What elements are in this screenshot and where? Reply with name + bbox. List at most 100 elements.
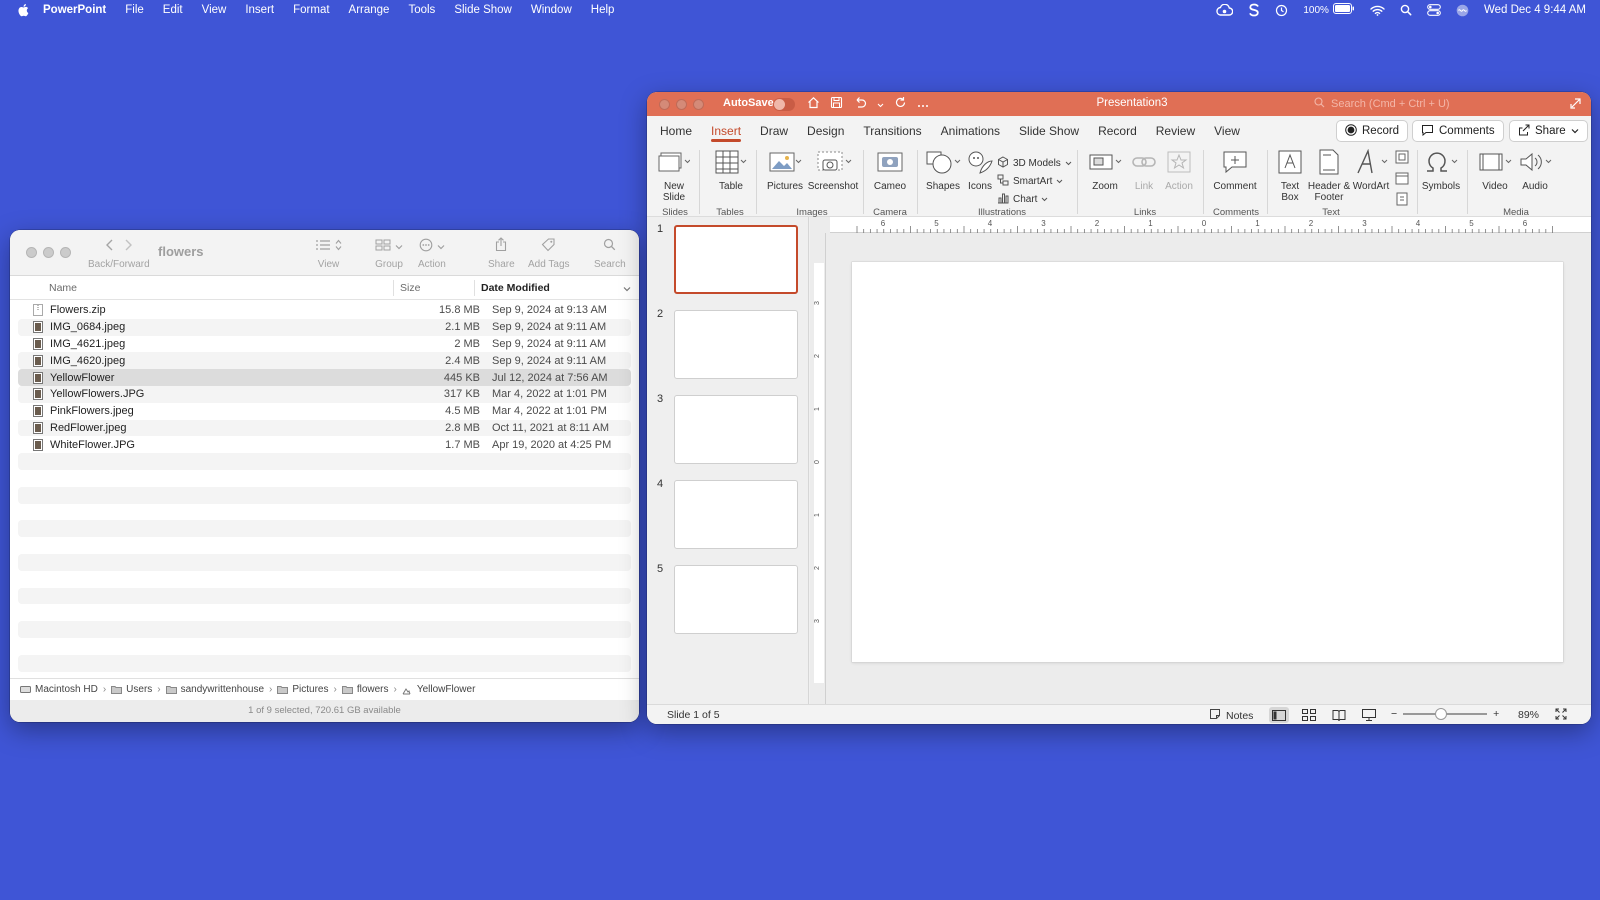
menu-app-name[interactable]: PowerPoint [43, 4, 106, 16]
wordart-button[interactable]: WordArt [1353, 148, 1389, 192]
chart-button[interactable]: Chart [997, 192, 1048, 207]
zoom-button[interactable]: Zoom [1087, 150, 1123, 192]
undo-dropdown-icon[interactable] [877, 97, 884, 111]
file-row[interactable]: IMG_4620.jpeg 2.4 MB Sep 9, 2024 at 9:11 A… [18, 352, 631, 370]
file-row[interactable]: RedFlower.jpeg 2.8 MB Oct 11, 2021 at 8:11… [18, 419, 631, 437]
menu-tools[interactable]: Tools [408, 4, 435, 16]
slide-sorter-button[interactable] [1299, 707, 1319, 723]
menu-file[interactable]: File [125, 4, 144, 16]
zoom-button[interactable] [693, 99, 704, 110]
add-tags-control[interactable]: Add Tags [528, 237, 570, 270]
file-row[interactable]: IMG_4621.jpeg 2 MB Sep 9, 2024 at 9:11 AM [18, 336, 631, 353]
zoom-percentage[interactable]: 89% [1518, 709, 1539, 721]
file-row[interactable]: YellowFlower 445 KB Jul 12, 2024 at 7:56 A… [18, 369, 631, 386]
zoom-button[interactable] [60, 247, 71, 258]
tab-home[interactable]: Home [660, 116, 692, 146]
action-button[interactable]: Action [1161, 150, 1197, 192]
path-crumb[interactable]: Pictures [277, 684, 328, 695]
smartart-button[interactable]: SmartArt [997, 174, 1063, 189]
tab-view[interactable]: View [1214, 116, 1240, 146]
slide-thumbnail[interactable] [674, 225, 798, 294]
normal-view-button[interactable] [1269, 707, 1289, 723]
zoom-slider[interactable]: − + [1391, 708, 1499, 720]
header-footer-button[interactable]: Header & Footer [1307, 149, 1351, 203]
zoom-in-icon[interactable]: + [1493, 708, 1499, 720]
slide-thumbnail[interactable] [674, 310, 798, 379]
path-crumb[interactable]: Macintosh HD [20, 684, 98, 695]
menu-help[interactable]: Help [591, 4, 615, 16]
slide-show-button[interactable] [1359, 707, 1379, 723]
file-row[interactable]: YellowFlowers.JPG 317 KB Mar 4, 2022 at 1:… [18, 385, 631, 403]
zoom-out-icon[interactable]: − [1391, 708, 1397, 720]
menu-view[interactable]: View [202, 4, 227, 16]
link-button[interactable]: Link [1129, 150, 1159, 192]
notes-button[interactable]: Notes [1209, 708, 1253, 723]
ppt-search-box[interactable]: Search (Cmd + Ctrl + U) [1314, 96, 1564, 112]
group-control[interactable]: Group [375, 238, 403, 270]
redo-icon[interactable] [894, 96, 907, 112]
screenshot-button[interactable]: Screenshot [807, 150, 859, 192]
menu-slide-show[interactable]: Slide Show [454, 4, 512, 16]
menu-arrange[interactable]: Arrange [349, 4, 390, 16]
menu-edit[interactable]: Edit [163, 4, 183, 16]
file-row[interactable]: WhiteFlower.JPG 1.7 MB Apr 19, 2020 at 4:2… [18, 436, 631, 453]
video-button[interactable]: Video [1477, 150, 1513, 192]
view-control[interactable]: View [315, 238, 342, 270]
siri-icon[interactable] [1456, 4, 1469, 17]
minimize-button[interactable] [676, 99, 687, 110]
menu-window[interactable]: Window [531, 4, 572, 16]
wifi-icon[interactable] [1370, 5, 1385, 16]
share-button[interactable]: Share [1509, 120, 1588, 142]
close-button[interactable] [659, 99, 670, 110]
time-machine-icon[interactable] [1275, 4, 1288, 17]
slide-thumbnail[interactable] [674, 480, 798, 549]
tab-animations[interactable]: Animations [941, 116, 1000, 146]
zoom-knob[interactable] [1434, 708, 1447, 720]
menu-clock[interactable]: Wed Dec 4 9:44 AM [1484, 4, 1586, 16]
forward-icon[interactable] [121, 238, 135, 255]
column-divider[interactable] [393, 280, 394, 296]
battery-indicator[interactable]: 100% [1303, 3, 1355, 17]
shapes-button[interactable]: Shapes [925, 150, 961, 192]
file-row[interactable]: IMG_0684.jpeg 2.1 MB Sep 9, 2024 at 9:11 A… [18, 318, 631, 336]
sort-chevron-icon[interactable] [623, 283, 631, 295]
path-crumb[interactable]: flowers [341, 684, 389, 695]
column-divider[interactable] [474, 280, 475, 296]
file-row[interactable]: PinkFlowers.jpeg 4.5 MB Mar 4, 2022 at 1:0… [18, 403, 631, 420]
more-commands-icon[interactable] [917, 97, 929, 111]
reading-view-button[interactable] [1329, 707, 1349, 723]
icons-button[interactable]: Icons [965, 150, 995, 192]
symbols-button[interactable]: Symbols [1421, 150, 1461, 192]
date-time-icon[interactable] [1395, 171, 1409, 188]
fit-to-window-icon[interactable] [1555, 708, 1567, 723]
back-icon[interactable] [103, 238, 117, 255]
collaborate-icon[interactable] [1569, 96, 1583, 113]
cameo-button[interactable]: Cameo [873, 150, 907, 192]
path-crumb[interactable]: sandywrittenhouse [165, 684, 264, 695]
object-icon[interactable] [1395, 150, 1409, 167]
save-icon[interactable] [830, 96, 843, 112]
tab-review[interactable]: Review [1156, 116, 1195, 146]
current-slide-canvas[interactable] [852, 262, 1563, 662]
tab-insert[interactable]: Insert [711, 116, 742, 146]
menu-format[interactable]: Format [293, 4, 329, 16]
horizontal-ruler[interactable]: 6 5 4 3 2 1 0 1 2 3 4 5 6 [830, 217, 1591, 233]
text-box-button[interactable]: Text Box [1275, 150, 1305, 203]
table-button[interactable]: Table [713, 150, 749, 192]
file-row[interactable]: Flowers.zip 15.8 MB Sep 9, 2024 at 9:13 AM [18, 302, 631, 319]
path-crumb[interactable]: YellowFlower [402, 684, 475, 695]
audio-button[interactable]: Audio [1517, 150, 1553, 192]
tab-draw[interactable]: Draw [760, 116, 788, 146]
slide-thumbnail[interactable] [674, 395, 798, 464]
new-slide-button[interactable]: New Slide [657, 150, 691, 203]
close-button[interactable] [26, 247, 37, 258]
apple-logo-icon[interactable] [17, 3, 31, 17]
control-center-icon[interactable] [1427, 4, 1441, 16]
tab-slide-show[interactable]: Slide Show [1019, 116, 1079, 146]
home-icon[interactable] [807, 96, 820, 112]
minimize-button[interactable] [43, 247, 54, 258]
creative-cloud-icon[interactable] [1216, 4, 1234, 16]
action-control[interactable]: Action [418, 238, 446, 270]
3d-models-button[interactable]: 3D Models [997, 156, 1072, 171]
column-name[interactable]: Name [49, 282, 77, 294]
